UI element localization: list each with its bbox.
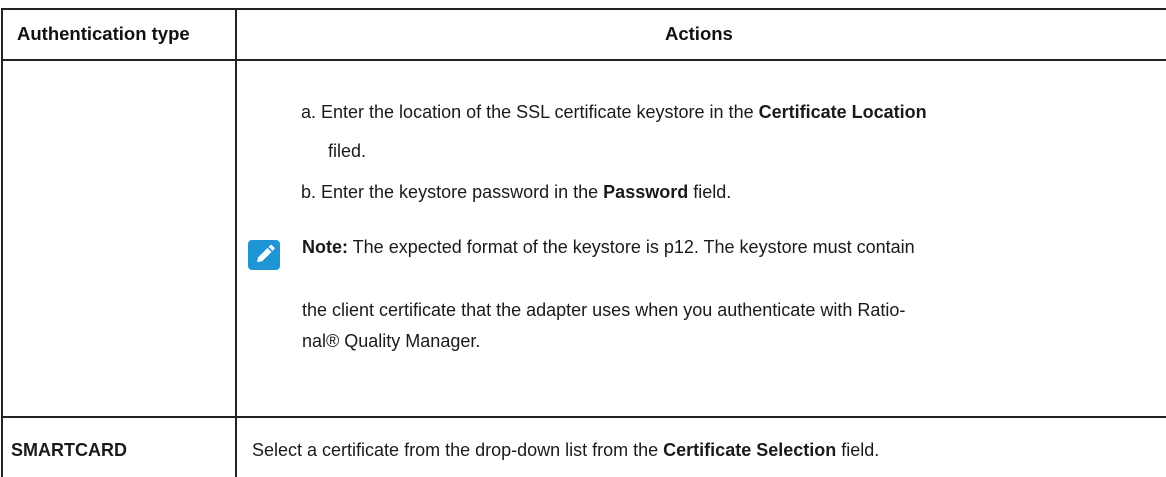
- certificate-location-label: Certificate Location: [758, 102, 927, 122]
- table-header-divider: [1, 59, 1166, 61]
- note-label: Note:: [302, 237, 348, 257]
- password-label: Password: [603, 182, 689, 202]
- note-text-1: The expected format of the keystore is p…: [348, 237, 915, 257]
- smartcard-actions: Select a certificate from the drop-down …: [252, 438, 879, 462]
- step-b-text: b. Enter the keystore password in the: [301, 182, 604, 202]
- step-b: b. Enter the keystore password in the Pa…: [301, 180, 731, 204]
- header-authentication-type: Authentication type: [17, 23, 190, 44]
- step-a-line-1: a. Enter the location of the SSL certifi…: [301, 100, 927, 124]
- note-line-1: Note: The expected format of the keystor…: [302, 235, 915, 259]
- smartcard-text: Select a certificate from the drop-down …: [252, 440, 664, 460]
- table-row-divider: [1, 416, 1166, 418]
- table-column-divider: [235, 8, 237, 477]
- certificate-selection-label: Certificate Selection: [663, 440, 837, 460]
- header-actions: Actions: [665, 23, 733, 44]
- pencil-note-icon: [248, 240, 280, 270]
- step-a-text: a. Enter the location of the SSL certifi…: [301, 102, 759, 122]
- table-border-top: [1, 8, 1166, 10]
- table-border-left: [1, 8, 3, 477]
- smartcard-label: SMARTCARD: [11, 440, 127, 460]
- step-b-suffix: field.: [688, 182, 732, 202]
- step-a-line-2: filed.: [328, 141, 367, 161]
- smartcard-suffix: field.: [836, 440, 880, 460]
- note-line-3: nal® Quality Manager.: [302, 331, 481, 351]
- note-line-2: the client certificate that the adapter …: [302, 300, 906, 320]
